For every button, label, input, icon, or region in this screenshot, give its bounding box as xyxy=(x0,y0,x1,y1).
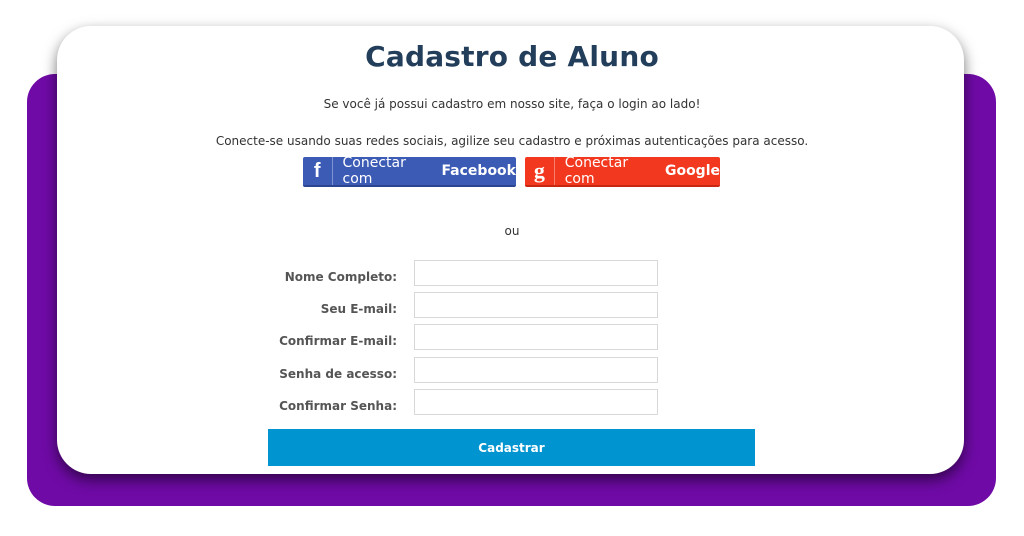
facebook-label-brand: Facebook xyxy=(441,163,516,179)
form-row-email: Seu E-mail: xyxy=(230,292,660,319)
google-label-brand: Google xyxy=(664,163,720,179)
form-row-full-name: Nome Completo: xyxy=(230,260,660,287)
submit-button[interactable]: Cadastrar xyxy=(268,429,755,466)
login-hint-text: Se você já possui cadastro em nosso site… xyxy=(323,97,701,111)
facebook-label-prefix: Conectar com xyxy=(342,155,406,187)
google-icon: g xyxy=(525,157,555,185)
facebook-icon: f xyxy=(303,157,333,185)
full-name-label: Nome Completo: xyxy=(284,270,397,284)
social-hint-text: Conecte-se usando suas redes sociais, ag… xyxy=(215,134,809,148)
google-label-prefix: Conectar com xyxy=(564,155,629,187)
confirm-email-input[interactable] xyxy=(414,324,658,350)
email-label: Seu E-mail: xyxy=(320,302,397,316)
password-label: Senha de acesso: xyxy=(279,367,397,381)
form-row-confirm-email: Confirmar E-mail: xyxy=(230,324,660,351)
confirm-email-label: Confirmar E-mail: xyxy=(279,334,397,348)
email-input[interactable] xyxy=(414,292,658,318)
form-row-confirm-password: Confirmar Senha: xyxy=(230,389,660,416)
page-title: Cadastro de Aluno xyxy=(365,40,659,73)
facebook-button-label: Conectar com Facebook xyxy=(333,155,516,187)
full-name-input[interactable] xyxy=(414,260,658,286)
or-separator: ou xyxy=(504,224,520,238)
google-connect-button[interactable]: g Conectar com Google xyxy=(525,155,720,187)
facebook-connect-button[interactable]: f Conectar com Facebook xyxy=(303,155,516,187)
password-input[interactable] xyxy=(414,357,658,383)
confirm-password-label: Confirmar Senha: xyxy=(279,399,397,413)
form-row-password: Senha de acesso: xyxy=(230,357,660,384)
confirm-password-input[interactable] xyxy=(414,389,658,415)
google-button-label: Conectar com Google xyxy=(555,155,720,187)
